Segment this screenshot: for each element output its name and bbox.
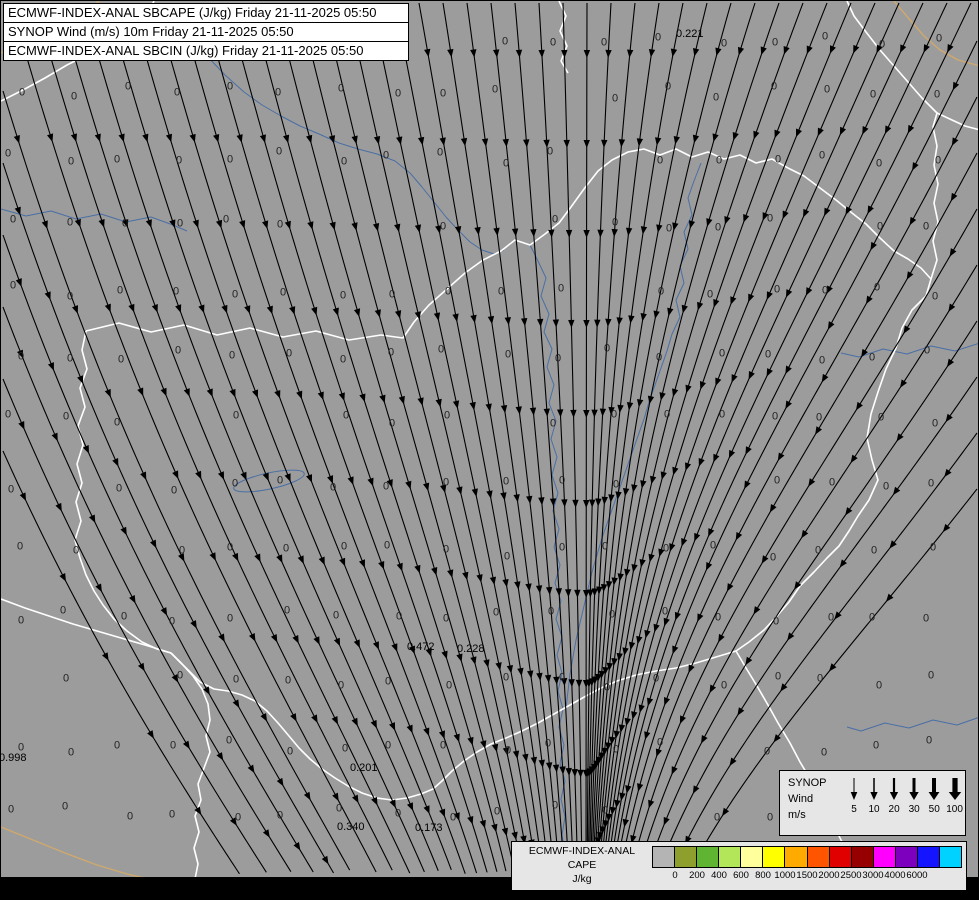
wind-speed-arrow-column: 50 bbox=[926, 777, 942, 835]
wind-speed-arrow-column: 100 bbox=[946, 777, 963, 835]
title-line-wind: SYNOP Wind (m/s) 10m Friday 21-11-2025 0… bbox=[3, 22, 409, 42]
cape-color-cell bbox=[719, 847, 742, 867]
cape-tick-label: 800 bbox=[755, 870, 771, 881]
wind-speed-arrow-column: 5 bbox=[846, 777, 862, 835]
title-line-sbcape: ECMWF-INDEX-ANAL SBCAPE (J/kg) Friday 21… bbox=[3, 3, 409, 23]
wind-speed-label: 30 bbox=[908, 804, 920, 815]
wind-arrow-icon bbox=[909, 778, 919, 800]
wind-legend-arrows: 5 10 20 30 50 100 bbox=[844, 771, 965, 835]
cape-color-cell bbox=[785, 847, 808, 867]
cape-colorbar-ticks: 0 200 400 600 800 1000 1500 2000 2500 3000 4000 600… bbox=[652, 868, 962, 882]
cape-color-cell bbox=[851, 847, 874, 867]
weather-map: 0000000000000000000000000000000000000000… bbox=[0, 0, 979, 900]
wind-speed-arrow-column: 20 bbox=[886, 777, 902, 835]
cape-tick-label: 3000 bbox=[862, 870, 884, 881]
cape-color-cell bbox=[940, 847, 962, 867]
cape-tick-label: 6000 bbox=[906, 870, 928, 881]
map-canvas bbox=[1, 1, 978, 880]
wind-speed-arrow-column: 30 bbox=[906, 777, 922, 835]
cape-tick-label: 200 bbox=[689, 870, 705, 881]
cape-color-cell bbox=[807, 847, 830, 867]
title-box: ECMWF-INDEX-ANAL SBCAPE (J/kg) Friday 21… bbox=[3, 3, 409, 61]
wind-arrow-icon bbox=[948, 778, 961, 800]
cape-colorbar: 0 200 400 600 800 1000 1500 2000 2500 3000 4000 600… bbox=[652, 842, 966, 890]
cape-colorbar-cells bbox=[652, 846, 962, 868]
wind-speed-label: 10 bbox=[868, 804, 880, 815]
wind-legend-subtitle: Wind bbox=[788, 792, 814, 805]
wind-speed-arrow-column: 10 bbox=[866, 777, 882, 835]
cape-tick-label: 4000 bbox=[884, 870, 906, 881]
cape-color-cell bbox=[829, 847, 852, 867]
cape-color-cell bbox=[697, 847, 720, 867]
cape-color-cell bbox=[675, 847, 698, 867]
wind-legend-labels: SYNOP Wind m/s bbox=[780, 771, 844, 835]
cape-tick-label: 600 bbox=[733, 870, 749, 881]
cape-color-cell bbox=[895, 847, 918, 867]
cape-tick-label: 2500 bbox=[840, 870, 862, 881]
cape-color-cell bbox=[763, 847, 786, 867]
wind-legend: SYNOP Wind m/s 5 10 20 30 50 100 bbox=[779, 770, 966, 836]
cape-color-cell bbox=[917, 847, 941, 867]
cape-legend-subtitle: CAPE bbox=[567, 859, 597, 872]
cape-color-cell bbox=[741, 847, 764, 867]
wind-arrow-icon bbox=[850, 778, 858, 800]
title-line-sbcin: ECMWF-INDEX-ANAL SBCIN (J/kg) Friday 21-… bbox=[3, 41, 409, 61]
wind-legend-title: SYNOP bbox=[788, 777, 827, 789]
wind-legend-units: m/s bbox=[788, 808, 806, 821]
cape-legend: ECMWF-INDEX-ANAL CAPE J/kg 0 200 400 600 800… bbox=[511, 841, 967, 891]
wind-speed-label: 20 bbox=[888, 804, 900, 815]
wind-arrow-icon bbox=[928, 778, 940, 800]
wind-arrow-icon bbox=[870, 778, 878, 800]
cape-tick-label: 1500 bbox=[796, 870, 818, 881]
wind-speed-label: 50 bbox=[928, 804, 940, 815]
cape-legend-labels: ECMWF-INDEX-ANAL CAPE J/kg bbox=[512, 842, 652, 890]
cape-legend-title: ECMWF-INDEX-ANAL bbox=[528, 845, 636, 857]
cape-tick-label: 1000 bbox=[774, 870, 796, 881]
cape-color-cell bbox=[873, 847, 896, 867]
cape-legend-units: J/kg bbox=[572, 873, 592, 886]
wind-speed-label: 5 bbox=[851, 804, 857, 815]
cape-color-cell bbox=[653, 847, 676, 867]
cape-tick-label: 2000 bbox=[818, 870, 840, 881]
cape-tick-label: 400 bbox=[711, 870, 727, 881]
cape-tick-label: 0 bbox=[672, 870, 678, 881]
wind-speed-label: 100 bbox=[946, 804, 963, 815]
wind-arrow-icon bbox=[889, 778, 899, 800]
